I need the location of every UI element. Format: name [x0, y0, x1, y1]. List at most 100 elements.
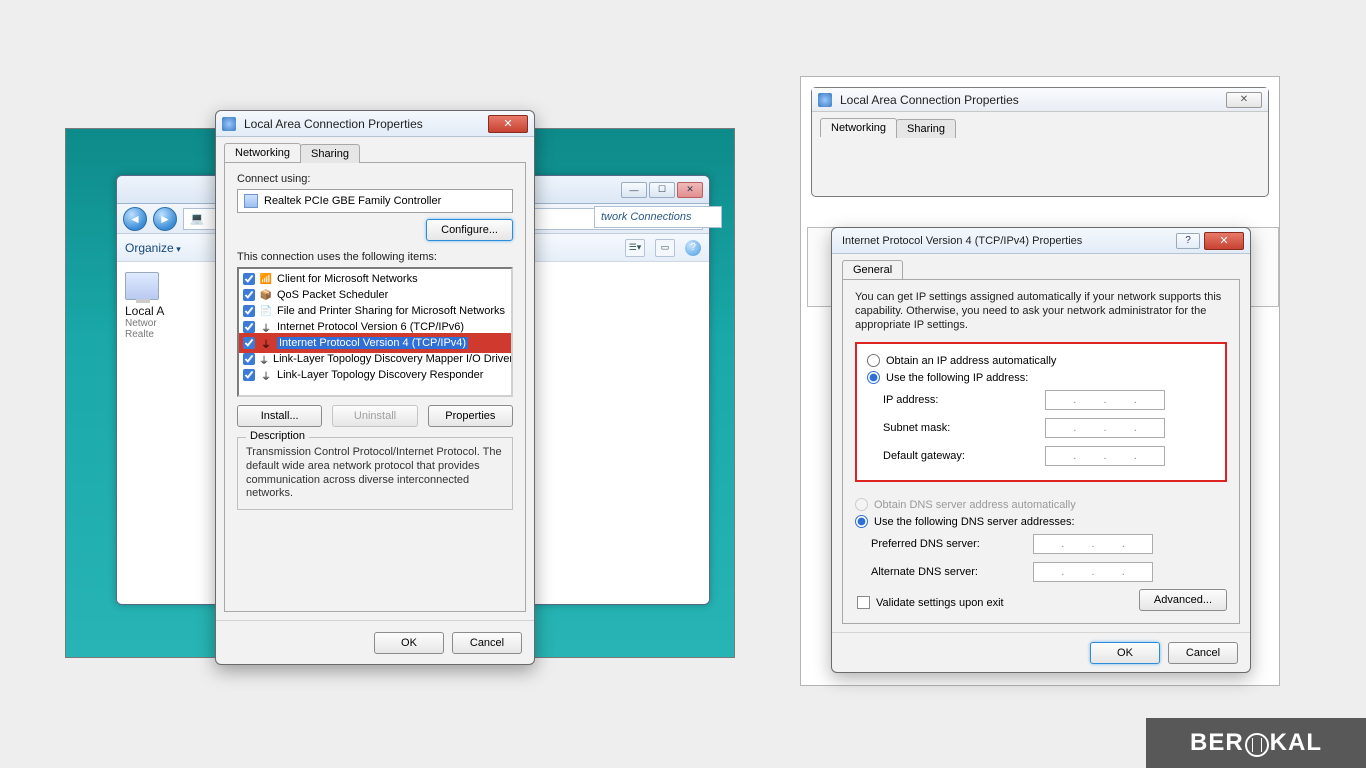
alternate-dns-input[interactable]: ...	[1033, 562, 1153, 582]
protocol-icon: 📦	[259, 288, 273, 302]
validate-label: Validate settings upon exit	[876, 597, 1004, 609]
close-button[interactable]: ✕	[1204, 232, 1244, 250]
radio-manual-ip[interactable]: Use the following IP address:	[867, 369, 1215, 386]
brand-logo-icon	[1245, 733, 1269, 757]
properties-button[interactable]: Properties	[428, 405, 513, 427]
network-adapter-icon	[222, 117, 236, 131]
help-icon[interactable]: ?	[685, 240, 701, 256]
network-icon: 💻	[190, 212, 204, 225]
default-gateway-input[interactable]: ...	[1045, 446, 1165, 466]
advanced-button[interactable]: Advanced...	[1139, 589, 1227, 611]
tcpip-footer: OK Cancel	[832, 632, 1250, 672]
subnet-mask-label: Subnet mask:	[883, 422, 1033, 434]
help-button[interactable]: ?	[1176, 233, 1200, 249]
dns-settings-group: Obtain DNS server address automatically …	[855, 492, 1227, 586]
lac2-title-text: Local Area Connection Properties	[836, 93, 1226, 107]
protocol-icon: 📶	[259, 272, 273, 286]
list-item[interactable]: 📄 File and Printer Sharing for Microsoft …	[241, 303, 509, 319]
tab-general[interactable]: General	[842, 260, 903, 279]
view-options-button[interactable]: ☰▾	[625, 239, 645, 257]
close-button[interactable]: ✕	[488, 115, 528, 133]
right-panel: Local Area Connection Properties ✕ Netwo…	[800, 76, 1280, 686]
description-text: Transmission Control Protocol/Internet P…	[246, 446, 504, 501]
protocol-icon: 📄	[259, 304, 273, 318]
item-label: Internet Protocol Version 6 (TCP/IPv6)	[277, 321, 464, 333]
list-item[interactable]: ⏚ Link-Layer Topology Discovery Responder	[241, 367, 509, 383]
item-checkbox[interactable]	[243, 321, 255, 333]
protocol-icon: ⏚	[259, 336, 273, 350]
close-button[interactable]: ✕	[1226, 92, 1262, 108]
item-label: Internet Protocol Version 4 (TCP/IPv4)	[277, 337, 468, 349]
organize-menu[interactable]: Organize	[125, 241, 181, 255]
radio-auto-dns-label: Obtain DNS server address automatically	[874, 499, 1076, 511]
subnet-mask-input[interactable]: ...	[1045, 418, 1165, 438]
radio-manual-dns-label: Use the following DNS server addresses:	[874, 516, 1075, 528]
item-label: QoS Packet Scheduler	[277, 289, 388, 301]
ip-settings-highlight: Obtain an IP address automatically Use t…	[855, 342, 1227, 482]
cancel-button[interactable]: Cancel	[1168, 642, 1238, 664]
preferred-dns-input[interactable]: ...	[1033, 534, 1153, 554]
list-item[interactable]: 📦 QoS Packet Scheduler	[241, 287, 509, 303]
protocol-icon: ⏚	[259, 352, 269, 366]
connect-using-label: Connect using:	[237, 173, 513, 185]
default-gateway-label: Default gateway:	[883, 450, 1033, 462]
tab-sharing[interactable]: Sharing	[896, 119, 956, 138]
forward-button[interactable]: ►	[153, 207, 177, 231]
tab-networking[interactable]: Networking	[820, 118, 897, 137]
list-item[interactable]: 📶Client for Microsoft Networks	[241, 271, 509, 287]
lac-title-text: Local Area Connection Properties	[240, 117, 488, 131]
description-group: Description Transmission Control Protoco…	[237, 437, 513, 510]
cancel-button[interactable]: Cancel	[452, 632, 522, 654]
radio-manual-dns[interactable]: Use the following DNS server addresses:	[855, 513, 1227, 530]
ok-button[interactable]: OK	[374, 632, 444, 654]
radio-auto-ip[interactable]: Obtain an IP address automatically	[867, 352, 1215, 369]
protocol-icon: ⏚	[259, 368, 273, 382]
item-checkbox[interactable]	[243, 369, 255, 381]
lac2-titlebar: Local Area Connection Properties ✕	[812, 88, 1268, 112]
tcpip-title-text: Internet Protocol Version 4 (TCP/IPv4) P…	[838, 235, 1176, 247]
item-checkbox[interactable]	[243, 289, 255, 301]
maximize-button[interactable]: ☐	[649, 182, 675, 198]
lac-properties-dialog: Local Area Connection Properties ✕ Netwo…	[215, 110, 535, 665]
configure-button[interactable]: Configure...	[426, 219, 513, 241]
breadcrumb-tail: twork Connections	[594, 206, 722, 228]
lac-titlebar: Local Area Connection Properties ✕	[216, 111, 534, 137]
lac-tab-body: Connect using: Realtek PCIe GBE Family C…	[224, 162, 526, 612]
tcpip-properties-dialog: Internet Protocol Version 4 (TCP/IPv4) P…	[831, 227, 1251, 673]
list-item[interactable]: ⏚Internet Protocol Version 6 (TCP/IPv6)	[241, 319, 509, 335]
item-label: Link-Layer Topology Discovery Responder	[277, 369, 483, 381]
uninstall-button[interactable]: Uninstall	[332, 405, 417, 427]
item-checkbox[interactable]	[243, 353, 255, 365]
item-label: File and Printer Sharing for Microsoft N…	[277, 305, 505, 317]
adapter-field: Realtek PCIe GBE Family Controller	[237, 189, 513, 213]
network-adapter-icon	[818, 93, 832, 107]
install-button[interactable]: Install...	[237, 405, 322, 427]
description-title: Description	[246, 430, 309, 442]
item-checkbox[interactable]	[243, 305, 255, 317]
tab-networking[interactable]: Networking	[224, 143, 301, 162]
lac-tabs: Networking Sharing	[224, 143, 526, 162]
ip-address-label: IP address:	[883, 394, 1033, 406]
list-item[interactable]: ⏚Link-Layer Topology Discovery Mapper I/…	[241, 351, 509, 367]
preferred-dns-label: Preferred DNS server:	[871, 538, 1021, 550]
items-listbox[interactable]: 📶Client for Microsoft Networks📦 QoS Packe…	[237, 267, 513, 397]
ok-button[interactable]: OK	[1090, 642, 1160, 664]
item-checkbox[interactable]	[243, 273, 255, 285]
brand-watermark: BERKAL	[1146, 718, 1366, 768]
minimize-button[interactable]: —	[621, 182, 647, 198]
ip-address-input[interactable]: ...	[1045, 390, 1165, 410]
preview-pane-button[interactable]: ▭	[655, 239, 675, 257]
back-button[interactable]: ◄	[123, 207, 147, 231]
items-label: This connection uses the following items…	[237, 251, 513, 263]
adapter-icon	[125, 272, 159, 300]
close-button[interactable]: ✕	[677, 182, 703, 198]
validate-checkbox[interactable]	[857, 596, 870, 609]
tab-sharing[interactable]: Sharing	[300, 144, 360, 163]
intro-text: You can get IP settings assigned automat…	[855, 290, 1227, 332]
adapter-name: Realtek PCIe GBE Family Controller	[264, 195, 441, 207]
item-checkbox[interactable]	[243, 337, 255, 349]
radio-auto-dns: Obtain DNS server address automatically	[855, 496, 1227, 513]
radio-manual-ip-label: Use the following IP address:	[886, 372, 1028, 384]
lac2-dialog-bg: Local Area Connection Properties ✕ Netwo…	[811, 87, 1269, 197]
list-item[interactable]: ⏚ Internet Protocol Version 4 (TCP/IPv4)	[241, 335, 509, 351]
